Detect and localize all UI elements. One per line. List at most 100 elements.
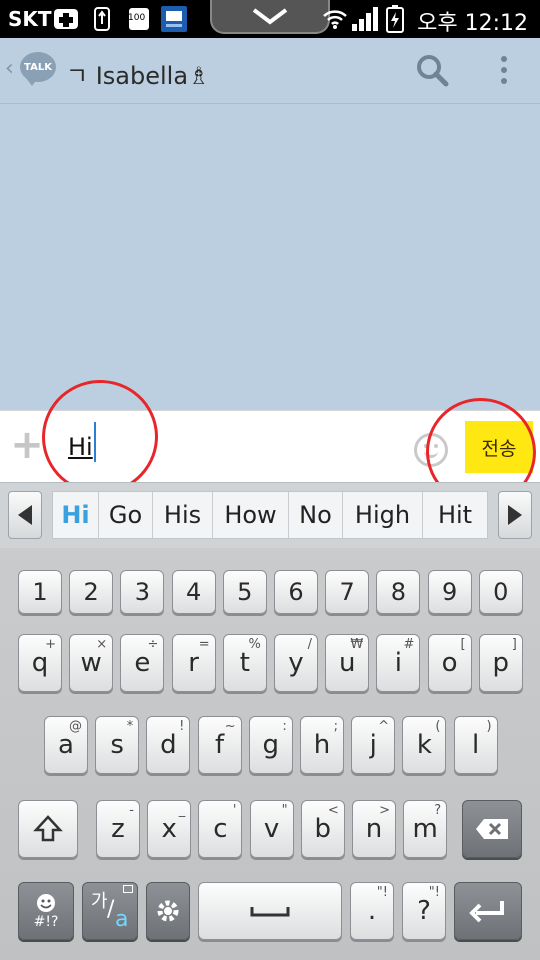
key-label: c [213,814,228,844]
space-bar-icon [250,907,290,917]
key-label: z [111,814,125,844]
key-label: 5 [237,578,253,606]
key-p[interactable]: p] [478,634,523,692]
key-secondary-label: × [96,637,108,652]
key-k[interactable]: k( [402,716,447,774]
plus-icon[interactable]: + [10,425,44,465]
status-bar: SKT 100 오후 12:12 [0,0,540,38]
key-label: f [215,730,225,760]
key-j[interactable]: j ^ [351,716,396,774]
key-o[interactable]: o[ [427,634,472,692]
symbols-key[interactable]: #!? [18,882,74,940]
suggestion-item[interactable]: Hi [53,492,99,538]
talk-logo-tail [26,78,38,86]
overflow-menu-icon[interactable] [492,52,516,88]
key-n[interactable]: n > [352,800,396,858]
notification-pull-handle[interactable] [210,0,330,34]
key-w[interactable]: w × [69,634,114,692]
suggestion-item[interactable]: Go [99,492,153,538]
suggestion-item[interactable]: How [213,492,289,538]
enter-icon [469,901,504,923]
key-secondary-label: * [126,719,134,734]
clock: 오후 12:12 [417,11,528,36]
suggestion-item[interactable]: His [153,492,213,538]
key-0[interactable]: 0 [478,570,523,614]
key-4[interactable]: 4 [171,570,216,614]
key-y[interactable]: y / [274,634,318,692]
enter-key[interactable] [454,882,522,940]
space-key[interactable] [198,882,342,940]
suggestion-item[interactable]: High [343,492,423,538]
key-x[interactable]: x _ [147,800,192,858]
key-secondary-label: < [327,803,339,818]
key-label: x [161,814,177,844]
shift-key[interactable] [18,800,78,858]
key-a[interactable]: a @ [44,716,88,774]
word-suggestion-bar: Hi Go His How No High Hit [0,482,540,548]
key-z[interactable]: z- [96,800,140,858]
key-secondary-label: ) [486,719,492,734]
key-v[interactable]: v " [249,800,294,858]
key-q[interactable]: q + [18,634,62,692]
back-chevron-icon[interactable]: ‹ [5,56,14,81]
key-label: 7 [339,578,355,606]
key-r[interactable]: r = [171,634,216,692]
wifi-icon [322,6,348,32]
usb-icon [92,6,112,32]
key-9[interactable]: 9 [427,570,472,614]
key-l[interactable]: l) [453,716,498,774]
key-d[interactable]: d! [146,716,191,774]
suggestion-item[interactable]: No [289,492,343,538]
key-m[interactable]: m? [403,800,448,858]
key-8[interactable]: 8 [376,570,421,614]
right-arrow-icon [508,505,522,525]
suggestion-item[interactable]: Hit [423,492,487,538]
key-2[interactable]: 2 [69,570,114,614]
key-6[interactable]: 6 [274,570,318,614]
key-g[interactable]: g: [248,716,293,774]
key-label: 8 [390,578,407,606]
key-e[interactable]: e ÷ [120,634,165,692]
left-arrow-icon [18,505,32,525]
key-3[interactable]: 3 [120,570,165,614]
lang-label-bottom: a [115,907,129,932]
key-s[interactable]: s * [95,716,140,774]
suggestion-scroll-left-button[interactable] [8,491,42,539]
key-i[interactable]: i # [376,634,421,692]
key-secondary-label: " [281,803,288,818]
key-label: w [80,648,102,678]
key-label: 3 [134,578,151,606]
key-secondary-label: : [282,719,287,734]
backspace-key[interactable] [462,800,522,858]
chat-message-area[interactable] [0,105,540,410]
key-label: i [394,648,402,678]
question-key[interactable]: ? "! [402,882,446,940]
period-key[interactable]: . "! [350,882,394,940]
key-7[interactable]: 7 [325,570,370,614]
suggestion-scroll-right-button[interactable] [498,491,532,539]
key-secondary-label: _ [178,803,186,818]
language-switch-key[interactable]: 가 / a [82,882,138,940]
key-c[interactable]: c ' [198,800,243,858]
key-secondary-label: [ [460,637,466,652]
search-icon[interactable] [414,52,450,88]
key-f[interactable]: f ~ [197,716,242,774]
key-h[interactable]: h; [300,716,344,774]
keyboard: #!? 가 / a . "! ? "! 1 2 3 4 5 6 7 8 9 0 q + w × e ÷ r = t%… [0,548,540,960]
key-label: l [471,730,480,760]
key-5[interactable]: 5 [222,570,267,614]
key-secondary-label: > [379,803,390,818]
key-label: m [412,814,438,844]
key-label: s [110,730,124,760]
key-t[interactable]: t% [222,634,267,692]
chat-title[interactable]: ㄱ Isabella♗ [66,56,210,91]
clipboard-icon [123,885,133,893]
key-label: e [134,648,151,678]
key-label: 1 [32,578,48,606]
key-1[interactable]: 1 [18,570,62,614]
key-label: r [188,648,199,678]
key-b[interactable]: b < [300,800,345,858]
key-u[interactable]: u ₩ [325,634,370,692]
key-secondary-label: ; [333,719,338,734]
settings-key[interactable] [146,882,190,940]
